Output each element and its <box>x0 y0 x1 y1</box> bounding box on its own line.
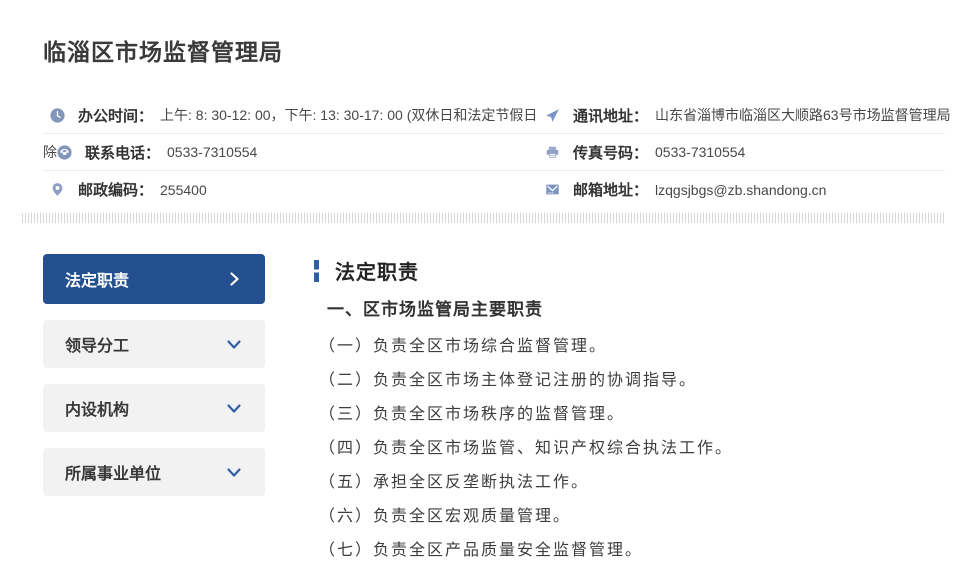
sidebar-item-statutory-duties[interactable]: 法定职责 <box>43 254 265 304</box>
duty-item: （一）负责全区市场综合监督管理。 <box>319 329 945 363</box>
mailing-address-value: 山东省淄博市临淄区大顺路63号市场监督管理局 <box>655 105 951 125</box>
hatched-divider <box>22 213 945 223</box>
sidebar-item-label: 领导分工 <box>65 332 129 356</box>
main-content: 法定职责 一、区市场监管局主要职责 （一）负责全区市场综合监督管理。 （二）负责… <box>314 254 945 575</box>
contact-info: 办公时间： 上午: 8: 30-12: 00，下午: 13: 30-17: 00… <box>43 97 945 223</box>
fax-number: 传真号码： 0533-7310554 <box>543 142 945 163</box>
email-address-label: 邮箱地址： <box>573 179 648 200</box>
envelope-icon <box>545 182 560 197</box>
contact-row-3: 邮政编码： 255400 邮箱地址： lzqgsjbgs@zb.shandong… <box>43 171 945 208</box>
mailing-address-label: 通讯地址： <box>573 105 648 126</box>
duty-item: （二）负责全区市场主体登记注册的协调指导。 <box>319 363 945 397</box>
chevron-down-icon <box>225 463 243 481</box>
duty-item: （四）负责全区市场监管、知识产权综合执法工作。 <box>319 431 945 465</box>
phone-number-label: 联系电话： <box>85 142 160 163</box>
sidebar-item-label: 内设机构 <box>65 396 129 420</box>
chevron-down-icon <box>225 335 243 353</box>
office-hours-value: 上午: 8: 30-12: 00，下午: 13: 30-17: 00 (双休日和… <box>160 105 537 125</box>
contact-row-1: 办公时间： 上午: 8: 30-12: 00，下午: 13: 30-17: 00… <box>43 97 945 134</box>
duties-list: （一）负责全区市场综合监督管理。 （二）负责全区市场主体登记注册的协调指导。 （… <box>319 329 945 575</box>
duty-item: （五）承担全区反垄断执法工作。 <box>319 465 945 499</box>
postal-code: 邮政编码： 255400 <box>43 179 543 200</box>
email-address-value: lzqgsjbgs@zb.shandong.cn <box>655 182 826 198</box>
sidebar-item-internal-departments[interactable]: 内设机构 <box>43 384 265 432</box>
contact-row-2: 除 联系电话： 0533-7310554 传真号码： 0533-7310554 <box>43 134 945 171</box>
phone-icon <box>57 145 72 160</box>
postal-code-label: 邮政编码： <box>78 179 153 200</box>
fax-number-label: 传真号码： <box>573 142 648 163</box>
office-hours-label: 办公时间： <box>78 105 153 126</box>
sidebar-item-affiliated-institutions[interactable]: 所属事业单位 <box>43 448 265 496</box>
page-title: 临淄区市场监督管理局 <box>43 0 945 67</box>
sidebar-nav: 法定职责 领导分工 内设机构 所属事业单位 <box>43 254 265 575</box>
sidebar-item-label: 法定职责 <box>65 267 129 291</box>
section-marker-bar <box>314 260 319 282</box>
section-title: 法定职责 <box>335 256 419 285</box>
duty-item: （七）负责全区产品质量安全监督管理。 <box>319 533 945 567</box>
fax-icon <box>545 145 560 160</box>
subsection-title: 一、区市场监管局主要职责 <box>327 295 945 320</box>
chevron-down-icon <box>225 399 243 417</box>
email-address: 邮箱地址： lzqgsjbgs@zb.shandong.cn <box>543 179 945 200</box>
page: 临淄区市场监督管理局 办公时间： 上午: 8: 30-12: 00，下午: 13… <box>0 0 959 575</box>
sidebar-item-label: 所属事业单位 <box>65 460 161 484</box>
duty-item: （六）负责全区宏观质量管理。 <box>319 499 945 533</box>
fax-number-value: 0533-7310554 <box>655 144 745 160</box>
mailing-address: 通讯地址： 山东省淄博市临淄区大顺路63号市场监督管理局 <box>543 105 951 126</box>
postal-code-value: 255400 <box>160 182 207 198</box>
duty-item: （八）负责全区特种设备安全监督管理。 <box>319 567 945 575</box>
content-area: 法定职责 领导分工 内设机构 所属事业单位 <box>43 254 945 575</box>
chevron-right-icon <box>225 270 243 288</box>
location-arrow-icon <box>545 108 560 123</box>
office-hours: 办公时间： 上午: 8: 30-12: 00，下午: 13: 30-17: 00… <box>43 105 543 126</box>
office-hours-overflow-text: 除 <box>43 142 57 162</box>
phone-number: 除 联系电话： 0533-7310554 <box>43 142 543 163</box>
clock-icon <box>50 108 65 123</box>
duty-item: （三）负责全区市场秩序的监督管理。 <box>319 397 945 431</box>
sidebar-item-leadership-division[interactable]: 领导分工 <box>43 320 265 368</box>
phone-number-value: 0533-7310554 <box>167 144 257 160</box>
section-header: 法定职责 <box>314 256 945 285</box>
location-pin-icon <box>50 182 65 197</box>
